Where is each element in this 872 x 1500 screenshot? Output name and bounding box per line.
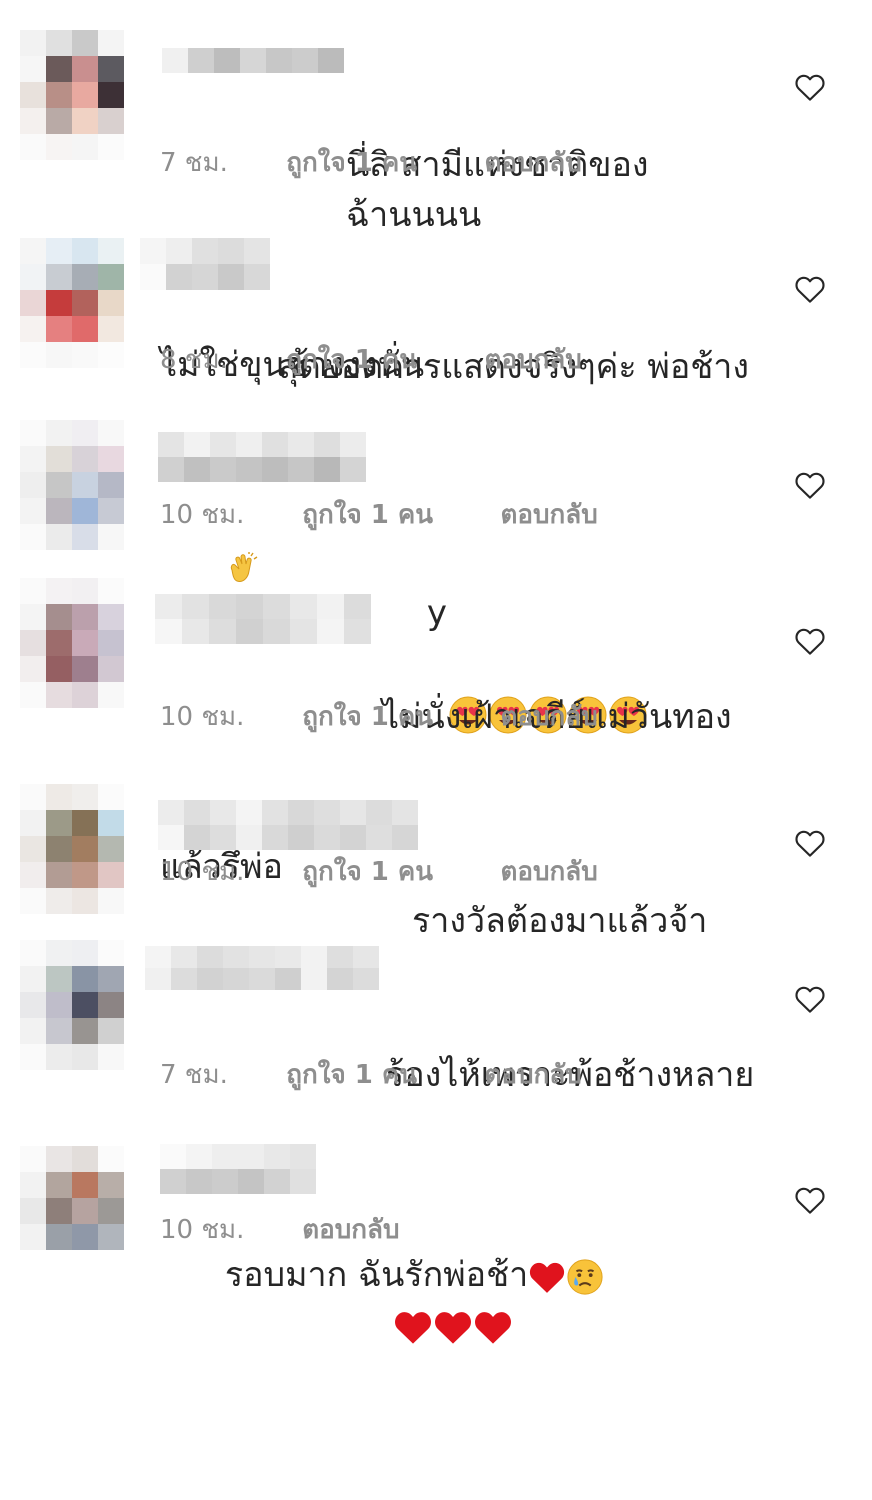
heart-outline-icon[interactable] — [794, 984, 826, 1014]
comment-time: 8 ชม. — [160, 345, 228, 375]
comment-time: 10 ชม. — [160, 1215, 245, 1245]
heart-outline-icon[interactable] — [794, 470, 826, 500]
likes-count-link[interactable]: ถูกใจ 1 คน — [302, 852, 492, 892]
likes-count-link[interactable]: ถูกใจ 1 คน — [302, 697, 492, 737]
avatar[interactable] — [20, 30, 124, 160]
reply-button[interactable]: ตอบกลับ — [501, 495, 598, 535]
heart-outline-icon[interactable] — [794, 1185, 826, 1215]
comment-meta: 7 ชม. ถูกใจ 1 คน ตอบกลับ — [160, 1055, 582, 1095]
red-heart-emoji — [474, 1311, 511, 1344]
reply-button[interactable]: ตอบกลับ — [302, 1210, 399, 1250]
comment-time: 10 ชม. — [160, 500, 245, 530]
avatar[interactable] — [20, 940, 124, 1070]
comment-time: 10 ชม. — [160, 857, 245, 887]
avatar[interactable] — [20, 578, 124, 708]
red-heart-emoji — [394, 1311, 431, 1344]
comment-time: 7 ชม. — [160, 148, 228, 178]
comment-meta: 10 ชม. ตอบกลับ — [160, 1210, 399, 1250]
heart-outline-icon[interactable] — [794, 72, 826, 102]
comment-time: 10 ชม. — [160, 702, 245, 732]
comment-text-line: รางวัลต้องมาแล้วจ้า — [412, 901, 708, 941]
reply-button[interactable]: ตอบกลับ — [485, 340, 582, 380]
avatar[interactable] — [20, 238, 124, 368]
avatar[interactable] — [20, 784, 124, 914]
reply-button[interactable]: ตอบกลับ — [485, 143, 582, 183]
comment-meta: 8 ชม. ถูกใจ 1 คน ตอบกลับ — [160, 340, 582, 380]
heart-outline-icon[interactable] — [794, 828, 826, 858]
likes-count-link[interactable]: ถูกใจ 1 คน — [302, 495, 492, 535]
comment-meta: 10 ชม. ถูกใจ 1 คน ตอบกลับ — [160, 852, 598, 892]
likes-count-link[interactable]: ถูกใจ 1 คน — [286, 1055, 476, 1095]
comment-meta: 10 ชม. ถูกใจ 1 คน ตอบกลับ — [160, 697, 598, 737]
comment-time: 7 ชม. — [160, 1060, 228, 1090]
reply-button[interactable]: ตอบกลับ — [485, 1055, 582, 1095]
red-heart-emoji — [434, 1311, 471, 1344]
comment-meta: 10 ชม. ถูกใจ 1 คน ตอบกลับ — [160, 495, 598, 535]
avatar[interactable] — [20, 420, 124, 550]
comment-meta: 7 ชม. ถูกใจ 1 คน ตอบกลับ — [160, 143, 582, 183]
heart-outline-icon[interactable] — [794, 274, 826, 304]
reply-button[interactable]: ตอบกลับ — [501, 852, 598, 892]
avatar[interactable] — [20, 1146, 124, 1276]
red-heart-emoji-group — [160, 1250, 780, 1400]
likes-count-link[interactable]: ถูกใจ 1 คน — [286, 340, 476, 380]
likes-count-link[interactable]: ถูกใจ 1 คน — [286, 143, 476, 183]
comment-text — [160, 1150, 780, 1500]
reply-button[interactable]: ตอบกลับ — [501, 697, 598, 737]
heart-outline-icon[interactable] — [794, 626, 826, 656]
